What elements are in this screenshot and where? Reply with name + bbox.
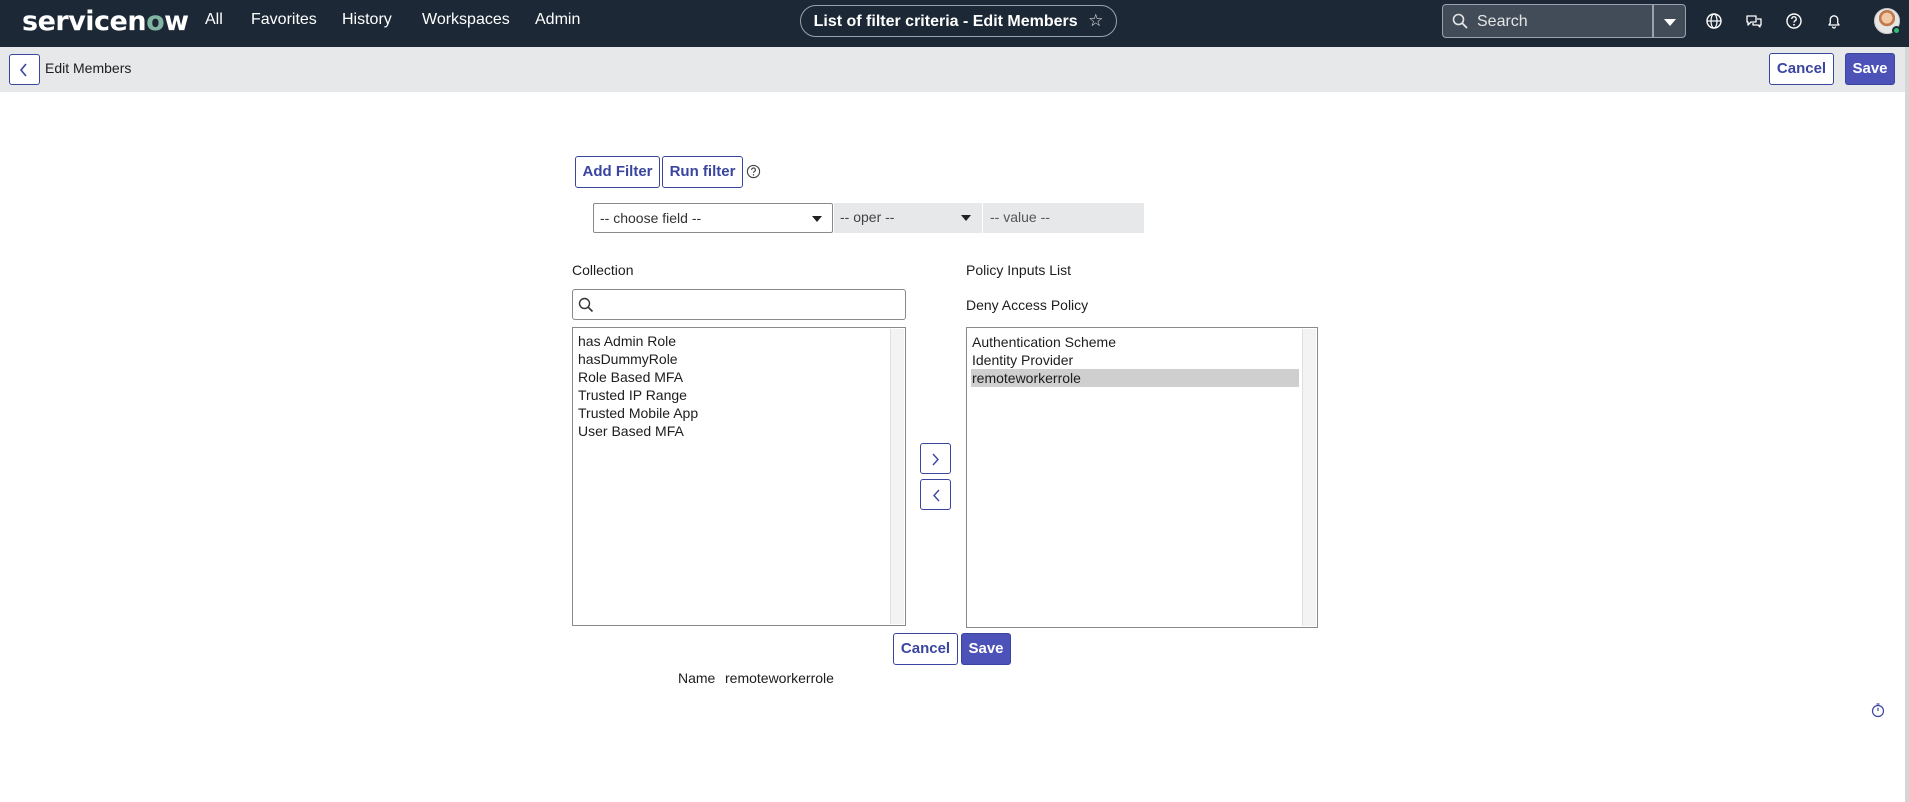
save-button[interactable]: Save bbox=[961, 633, 1011, 665]
form-title: Edit Members bbox=[45, 60, 132, 76]
search-icon bbox=[578, 297, 594, 313]
chevron-down-icon bbox=[812, 216, 822, 222]
timer-icon[interactable] bbox=[1870, 702, 1886, 718]
operator-select[interactable]: -- oper -- bbox=[834, 203, 982, 233]
global-search[interactable]: Search bbox=[1442, 4, 1653, 38]
add-to-list-button[interactable] bbox=[920, 443, 951, 474]
top-navigation: servicenow All Favorites History Workspa… bbox=[0, 0, 1909, 47]
header-save-button[interactable]: Save bbox=[1845, 53, 1895, 85]
chevron-left-icon bbox=[933, 489, 940, 502]
policy-scrollbar[interactable] bbox=[1302, 329, 1316, 626]
header-cancel-button[interactable]: Cancel bbox=[1769, 53, 1834, 85]
value-placeholder: -- value -- bbox=[990, 209, 1050, 225]
chevron-right-icon bbox=[932, 453, 939, 466]
chevron-down-icon bbox=[961, 215, 971, 221]
collection-search-input[interactable] bbox=[572, 289, 906, 320]
list-item-selected[interactable]: remoteworkerrole bbox=[971, 369, 1299, 387]
collection-label: Collection bbox=[572, 262, 634, 278]
policy-name-label: Deny Access Policy bbox=[966, 297, 1089, 313]
chat-icon[interactable] bbox=[1745, 12, 1763, 30]
value-input[interactable]: -- value -- bbox=[983, 203, 1144, 233]
list-item[interactable]: Role Based MFA bbox=[578, 368, 683, 386]
nav-favorites[interactable]: Favorites bbox=[251, 11, 317, 29]
list-item[interactable]: Authentication Scheme bbox=[972, 333, 1116, 351]
policy-inputs-label: Policy Inputs List bbox=[966, 262, 1072, 278]
servicenow-logo[interactable]: servicenow bbox=[22, 6, 189, 37]
star-icon[interactable]: ☆ bbox=[1088, 11, 1103, 30]
choose-field-select[interactable]: -- choose field -- bbox=[593, 203, 833, 233]
help-icon[interactable] bbox=[746, 164, 761, 179]
collection-scrollbar[interactable] bbox=[890, 329, 904, 624]
operator-value: -- oper -- bbox=[840, 209, 895, 225]
choose-field-value: -- choose field -- bbox=[600, 210, 702, 226]
nav-workspaces[interactable]: Workspaces bbox=[422, 11, 510, 29]
remove-from-list-button[interactable] bbox=[920, 479, 951, 510]
avatar[interactable] bbox=[1874, 8, 1901, 35]
presence-indicator bbox=[1892, 26, 1901, 35]
globe-icon[interactable] bbox=[1705, 12, 1723, 30]
list-item[interactable]: Trusted IP Range bbox=[578, 386, 687, 404]
list-item[interactable]: User Based MFA bbox=[578, 422, 684, 440]
back-button[interactable] bbox=[9, 54, 40, 85]
nav-history[interactable]: History bbox=[342, 11, 392, 29]
list-item[interactable]: Trusted Mobile App bbox=[578, 404, 698, 422]
page-title: List of filter criteria - Edit Members bbox=[813, 13, 1078, 30]
cancel-button[interactable]: Cancel bbox=[893, 633, 958, 665]
search-placeholder: Search bbox=[1477, 13, 1528, 30]
list-item[interactable]: hasDummyRole bbox=[578, 350, 678, 368]
collection-listbox[interactable]: has Admin Role hasDummyRole Role Based M… bbox=[572, 327, 906, 626]
name-value: remoteworkerrole bbox=[725, 670, 834, 686]
add-filter-button[interactable]: Add Filter bbox=[575, 156, 660, 188]
list-item[interactable]: Identity Provider bbox=[972, 351, 1073, 369]
list-item[interactable]: has Admin Role bbox=[578, 332, 676, 350]
policy-inputs-listbox[interactable]: Authentication Scheme Identity Provider … bbox=[966, 327, 1318, 628]
page-title-pill[interactable]: List of filter criteria - Edit Members ☆ bbox=[800, 5, 1117, 37]
search-scope-dropdown[interactable] bbox=[1653, 4, 1686, 38]
back-icon bbox=[19, 63, 27, 77]
nav-admin[interactable]: Admin bbox=[535, 11, 580, 29]
name-label: Name bbox=[678, 670, 716, 686]
run-filter-button[interactable]: Run filter bbox=[662, 156, 743, 188]
search-icon bbox=[1452, 13, 1468, 29]
form-header: Edit Members Cancel Save bbox=[0, 47, 1905, 92]
help-icon[interactable] bbox=[1785, 12, 1803, 30]
bell-icon[interactable] bbox=[1825, 12, 1843, 30]
nav-all[interactable]: All bbox=[205, 11, 223, 29]
page-scrollbar[interactable] bbox=[1905, 47, 1909, 802]
chevron-down-icon bbox=[1664, 19, 1676, 26]
